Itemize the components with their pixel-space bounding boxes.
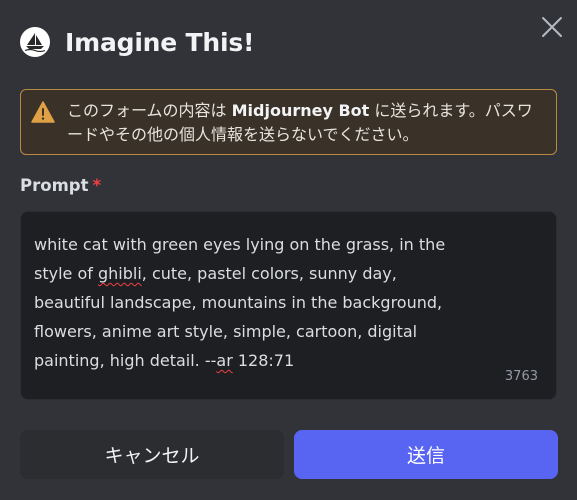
midjourney-boat-icon: [20, 27, 50, 57]
modal-title: Imagine This!: [65, 27, 255, 57]
character-counter: 3763: [504, 369, 538, 384]
prompt-text[interactable]: white cat with green eyes lying on the g…: [34, 230, 464, 375]
misspelled-word: ghibli: [97, 264, 142, 283]
submit-button[interactable]: 送信: [294, 430, 558, 479]
prompt-text-part3: 128:71: [232, 351, 295, 370]
prompt-label: Prompt *: [20, 176, 101, 195]
cancel-button[interactable]: キャンセル: [20, 430, 284, 479]
privacy-warning: このフォームの内容は Midjourney Bot に送られます。パスワードやそ…: [20, 89, 557, 155]
prompt-input[interactable]: white cat with green eyes lying on the g…: [20, 211, 557, 400]
misspelled-word: ar: [216, 351, 233, 370]
imagine-modal: Imagine This! このフォームの内容は Midjourney Bot …: [0, 0, 577, 500]
close-icon[interactable]: [539, 14, 565, 40]
warning-triangle-icon: [31, 101, 55, 123]
warning-text-before: このフォームの内容は: [67, 101, 232, 120]
required-mark: *: [92, 176, 102, 195]
modal-header: Imagine This!: [20, 24, 254, 60]
prompt-label-text: Prompt: [20, 176, 89, 195]
warning-bot-name: Midjourney Bot: [231, 101, 370, 120]
warning-text: このフォームの内容は Midjourney Bot に送られます。パスワードやそ…: [67, 99, 544, 147]
